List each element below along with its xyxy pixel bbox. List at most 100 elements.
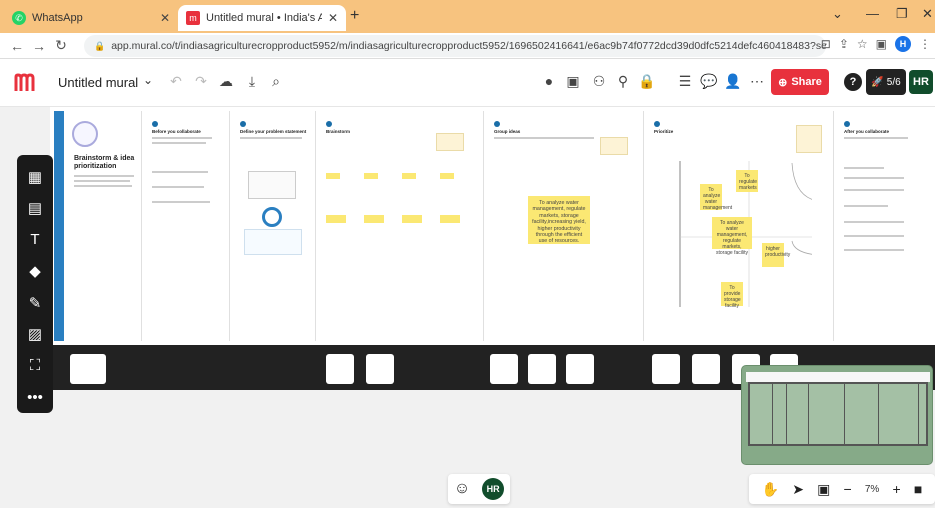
private-mode-icon[interactable]: ⚇ bbox=[590, 73, 608, 90]
timer-icon[interactable]: ● bbox=[540, 73, 558, 89]
bookmark-star-icon[interactable]: ☆ bbox=[857, 37, 868, 51]
priority-sticky[interactable]: To analyze water management bbox=[700, 184, 732, 211]
minimize-icon[interactable]: — bbox=[866, 6, 879, 21]
frame-thumbnail[interactable] bbox=[366, 354, 394, 384]
close-window-icon[interactable]: ✕ bbox=[922, 6, 933, 22]
zoom-level[interactable]: 7% bbox=[865, 484, 879, 495]
frame-thumbnail[interactable] bbox=[692, 354, 720, 384]
minimap-divider bbox=[786, 384, 787, 444]
problem-card bbox=[248, 171, 296, 199]
redo-icon[interactable]: ↷ bbox=[192, 73, 210, 90]
sticky-note[interactable] bbox=[402, 173, 416, 179]
sticky-note[interactable] bbox=[402, 215, 422, 223]
text-icon[interactable]: T bbox=[17, 224, 53, 256]
restore-icon[interactable]: ❐ bbox=[896, 6, 908, 22]
frame-thumbnail[interactable] bbox=[70, 354, 106, 384]
grouped-idea-sticky[interactable]: To analyze water management, regulate ma… bbox=[528, 196, 590, 244]
search-icon[interactable]: ⌕ bbox=[267, 73, 285, 90]
panel-problem-statement: Define your problem statement bbox=[230, 111, 316, 341]
cloud-sync-icon[interactable]: ☁ bbox=[217, 73, 235, 90]
tab-whatsapp[interactable]: ✆ WhatsApp ✕ bbox=[4, 5, 178, 31]
profile-avatar[interactable]: H bbox=[895, 36, 911, 52]
laser-pointer-icon[interactable]: ⚲ bbox=[614, 73, 632, 90]
step-dot-icon bbox=[152, 121, 158, 127]
close-tab-icon[interactable]: ✕ bbox=[160, 11, 170, 25]
more-tools-icon[interactable]: ••• bbox=[17, 382, 53, 414]
sticky-note[interactable] bbox=[364, 173, 378, 179]
text-line bbox=[152, 142, 206, 144]
image-icon[interactable]: ▨ bbox=[17, 319, 53, 351]
forward-icon[interactable]: → bbox=[28, 38, 50, 54]
hand-tool-icon[interactable]: ✋ bbox=[762, 481, 779, 498]
priority-sticky[interactable]: higher productivity bbox=[762, 243, 790, 267]
frameworks-icon[interactable]: ⛶ bbox=[17, 350, 53, 382]
install-icon[interactable]: ⊡ bbox=[821, 37, 831, 51]
mural-title[interactable]: Untitled mural bbox=[58, 75, 138, 90]
download-icon[interactable]: ⤓ bbox=[243, 73, 261, 90]
shapes-icon[interactable]: ◆ bbox=[17, 256, 53, 288]
tip-card bbox=[600, 137, 628, 155]
more-options-icon[interactable]: ⋯ bbox=[748, 73, 766, 90]
undo-icon[interactable]: ↶ bbox=[167, 73, 185, 90]
text-line bbox=[844, 177, 904, 179]
sticky-note[interactable] bbox=[326, 173, 340, 179]
frame-thumbnail[interactable] bbox=[566, 354, 594, 384]
panel-title: After you collaborate bbox=[844, 129, 890, 134]
reload-icon[interactable]: ↻ bbox=[50, 37, 72, 54]
tip-card bbox=[436, 133, 464, 151]
frame-thumbnail[interactable] bbox=[528, 354, 556, 384]
frame-thumbnail[interactable] bbox=[490, 354, 518, 384]
sticky-note-icon[interactable]: ▤ bbox=[17, 193, 53, 225]
select-tool-icon[interactable]: ➤ bbox=[792, 481, 804, 498]
mural-logo-icon[interactable] bbox=[14, 73, 40, 93]
frame-thumbnail[interactable] bbox=[326, 354, 354, 384]
new-tab-button[interactable]: + bbox=[350, 7, 359, 25]
help-icon[interactable]: ? bbox=[844, 73, 862, 91]
zoom-in-icon[interactable]: + bbox=[892, 481, 900, 497]
intro-accent-strip bbox=[54, 111, 64, 341]
frame-thumbnail[interactable] bbox=[652, 354, 680, 384]
collaborator-avatar[interactable]: HR bbox=[482, 478, 505, 500]
lock-area-icon[interactable]: 🔒 bbox=[638, 73, 656, 90]
menu-kebab-icon[interactable]: ⋮ bbox=[919, 37, 931, 51]
priority-sticky[interactable]: To provide storage facility bbox=[721, 282, 743, 309]
tab-mural[interactable]: m Untitled mural • India's Agricult… ✕ bbox=[178, 5, 346, 31]
panel-title: Prioritize bbox=[654, 129, 674, 134]
minimap-toggle-icon[interactable]: ■ bbox=[914, 481, 922, 497]
priority-sticky[interactable]: To regulate markets bbox=[736, 170, 758, 192]
sticky-note[interactable] bbox=[326, 215, 346, 223]
chevron-down-icon[interactable]: ⌄ bbox=[143, 73, 153, 87]
url-text: app.mural.co/t/indiasagriculturecropprod… bbox=[111, 40, 826, 52]
priority-sticky[interactable]: To analyze water management, regulate ma… bbox=[712, 217, 752, 256]
minimap-viewport[interactable] bbox=[748, 382, 928, 446]
fit-to-screen-icon[interactable]: ▣ bbox=[817, 481, 830, 498]
voting-icon[interactable]: ▣ bbox=[564, 73, 582, 90]
address-bar[interactable]: 🔒 app.mural.co/t/indiasagriculturecroppr… bbox=[84, 35, 826, 57]
outline-icon[interactable]: ☰ bbox=[676, 73, 694, 90]
sidebar-icon[interactable]: ▣ bbox=[876, 37, 887, 51]
comments-icon[interactable]: 💬 bbox=[700, 73, 718, 90]
share-button[interactable]: ⊕ Share bbox=[771, 69, 829, 95]
share-page-icon[interactable]: ⇪ bbox=[839, 37, 849, 51]
templates-icon[interactable]: ▦ bbox=[17, 161, 53, 193]
smiley-reaction-icon[interactable]: ☺ bbox=[454, 480, 470, 498]
sticky-note[interactable] bbox=[440, 173, 454, 179]
close-tab-icon[interactable]: ✕ bbox=[328, 11, 338, 25]
tab-search-icon[interactable]: ⌄ bbox=[832, 6, 843, 22]
zoom-controls: ✋ ➤ ▣ − 7% + ■ bbox=[749, 474, 935, 504]
key-rules-icon bbox=[262, 207, 282, 227]
draw-icon[interactable]: ✎ bbox=[17, 287, 53, 319]
key-rules-card bbox=[244, 229, 302, 255]
onboarding-progress-label: 5/6 bbox=[886, 76, 901, 88]
text-line bbox=[152, 137, 212, 139]
sticky-note[interactable] bbox=[364, 215, 384, 223]
tab-title: WhatsApp bbox=[32, 12, 83, 24]
zoom-out-icon[interactable]: − bbox=[844, 481, 852, 497]
sticky-note[interactable] bbox=[440, 215, 460, 223]
minimap[interactable] bbox=[741, 365, 933, 465]
user-avatar[interactable]: HR bbox=[909, 70, 933, 94]
text-line bbox=[844, 221, 904, 223]
collaborators-icon[interactable]: 👤 bbox=[724, 73, 742, 90]
onboarding-progress-button[interactable]: 🚀 5/6 bbox=[866, 69, 906, 95]
back-icon[interactable]: ← bbox=[6, 38, 28, 54]
